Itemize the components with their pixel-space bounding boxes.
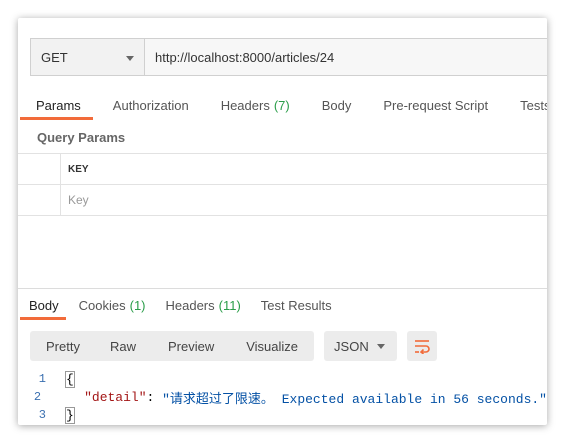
query-params-table: KEY Key xyxy=(18,153,547,216)
json-value: "请求超过了限速。 Expected available in 56 secon… xyxy=(162,391,547,407)
tab-tests[interactable]: Tests xyxy=(502,90,547,120)
table-row: Key xyxy=(18,184,547,216)
tab-response-headers[interactable]: Headers (11) xyxy=(155,290,250,320)
view-visualize-button[interactable]: Visualize xyxy=(230,331,314,361)
line-number: 3 xyxy=(38,408,46,422)
request-url-bar: GET http://localhost:8000/articles/24 xyxy=(30,38,547,78)
method-label: GET xyxy=(41,49,68,65)
tab-label: Body xyxy=(29,297,59,313)
tab-label: Body xyxy=(321,97,352,113)
query-params-title: Query Params xyxy=(37,130,126,145)
tab-label: Pre-request Script xyxy=(383,97,489,113)
table-header-row: KEY xyxy=(18,153,547,184)
checkbox-column xyxy=(18,154,61,184)
view-mode-group: Pretty Raw Preview Visualize xyxy=(30,331,315,361)
method-select[interactable]: GET xyxy=(30,38,144,76)
response-view-bar: Pretty Raw Preview Visualize JSON xyxy=(30,331,438,361)
response-body-code[interactable]: 1 { 2 "detail" : "请求超过了限速。 Expected avai… xyxy=(18,370,547,424)
tab-pre-request-script[interactable]: Pre-request Script xyxy=(365,90,502,120)
postman-window: GET http://localhost:8000/articles/24 Pa… xyxy=(18,18,547,425)
code-line: 1 { xyxy=(18,370,547,388)
tab-response-body[interactable]: Body xyxy=(18,290,68,320)
row-checkbox-cell xyxy=(18,185,61,215)
request-tabs: Params Authorization Headers (7) Body Pr… xyxy=(18,90,547,120)
key-input[interactable]: Key xyxy=(61,185,547,215)
tab-label: Cookies xyxy=(78,297,126,313)
tab-headers[interactable]: Headers (7) xyxy=(203,90,304,120)
view-preview-button[interactable]: Preview xyxy=(152,331,230,361)
tab-label: Headers xyxy=(220,97,270,113)
wrap-lines-icon xyxy=(415,340,430,354)
response-headers-count: (11) xyxy=(218,297,241,313)
url-text: http://localhost:8000/articles/24 xyxy=(155,49,335,65)
json-colon: : xyxy=(146,389,163,405)
tab-params[interactable]: Params xyxy=(18,90,95,120)
format-select[interactable]: JSON xyxy=(324,331,398,361)
response-tabs: Body Cookies (1) Headers (11) Test Resul… xyxy=(18,290,547,320)
tab-test-results[interactable]: Test Results xyxy=(250,290,341,320)
tab-label: Params xyxy=(36,97,81,113)
view-pretty-button[interactable]: Pretty xyxy=(30,331,94,361)
response-divider xyxy=(18,288,547,289)
key-column-header: KEY xyxy=(68,163,89,175)
code-line: 3 } xyxy=(18,406,547,424)
key-placeholder: Key xyxy=(68,193,89,207)
tab-authorization[interactable]: Authorization xyxy=(95,90,203,120)
wrap-lines-button[interactable] xyxy=(407,331,438,361)
chevron-down-icon xyxy=(126,56,134,61)
url-input[interactable]: http://localhost:8000/articles/24 xyxy=(144,38,547,76)
tab-label: Authorization xyxy=(112,97,189,113)
format-label: JSON xyxy=(334,338,369,354)
code-line: 2 "detail" : "请求超过了限速。 Expected availabl… xyxy=(18,388,547,407)
tab-label: Headers xyxy=(165,297,215,313)
headers-count: (7) xyxy=(273,97,290,113)
cookies-count: (1) xyxy=(129,297,146,313)
tab-label: Test Results xyxy=(260,297,332,313)
line-number: 2 xyxy=(33,390,42,404)
tab-body[interactable]: Body xyxy=(304,90,366,120)
chevron-down-icon xyxy=(377,344,386,349)
json-key: "detail" xyxy=(84,389,147,405)
open-brace: { xyxy=(65,370,75,388)
tab-cookies[interactable]: Cookies (1) xyxy=(68,290,155,320)
line-number: 1 xyxy=(38,372,46,386)
close-brace: } xyxy=(65,406,75,424)
tab-label: Tests xyxy=(520,97,547,113)
view-raw-button[interactable]: Raw xyxy=(94,331,152,361)
